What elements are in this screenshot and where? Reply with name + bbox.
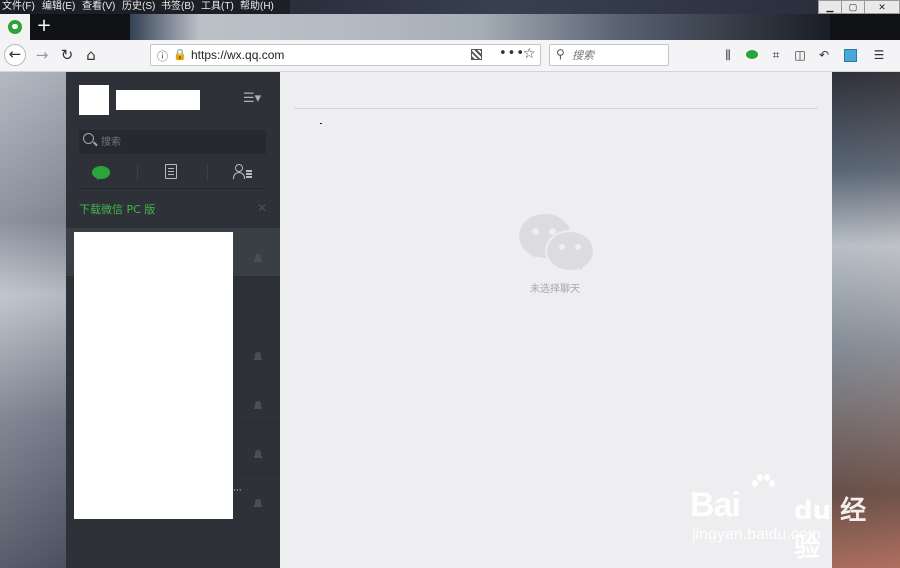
- tab-articles[interactable]: [151, 162, 191, 184]
- menu-file[interactable]: 文件(F): [2, 1, 35, 13]
- forward-button[interactable]: →: [31, 44, 53, 66]
- contact-search-input[interactable]: [101, 134, 261, 150]
- baidu-watermark: Bai du 经验 jingyan.baidu.com: [690, 472, 890, 563]
- minimize-button[interactable]: ▁: [818, 0, 842, 14]
- tab-contacts[interactable]: [221, 162, 261, 184]
- home-button[interactable]: ⌂: [80, 44, 102, 66]
- redacted-contacts-overlay: [74, 232, 233, 519]
- lock-icon[interactable]: 🔒: [173, 48, 187, 61]
- qr-code-icon[interactable]: [471, 49, 482, 60]
- wechat-favicon: [8, 20, 22, 34]
- background-window-blur: [130, 14, 830, 40]
- wechat-ext-icon[interactable]: [744, 47, 760, 63]
- menu-view[interactable]: 查看(V): [82, 1, 115, 13]
- library-icon[interactable]: ⫼: [720, 47, 736, 63]
- menu-icon[interactable]: ☰▾: [243, 91, 263, 107]
- close-icon[interactable]: ✕: [257, 201, 267, 215]
- url-text[interactable]: https://wx.qq.com: [191, 48, 284, 62]
- background-window-blur: [290, 0, 830, 14]
- undo-icon[interactable]: ↶: [816, 47, 832, 63]
- info-icon[interactable]: ⓘ: [157, 48, 168, 64]
- close-window-button[interactable]: ✕: [864, 0, 900, 14]
- paw-icon: [752, 474, 775, 494]
- watermark-domain: jingyan.baidu.com: [692, 526, 821, 543]
- mute-icon: [254, 401, 262, 411]
- mute-icon: [254, 254, 262, 264]
- ellipsis-mark: ···: [233, 486, 242, 496]
- hamburger-menu-icon[interactable]: ☰: [871, 47, 887, 63]
- back-button[interactable]: ←: [4, 44, 26, 66]
- search-icon: ⚲: [556, 47, 565, 61]
- download-pc-link[interactable]: 下载微信 PC 版: [79, 201, 155, 217]
- desktop-background-left: [0, 72, 66, 568]
- star-icon[interactable]: ☆: [523, 46, 536, 62]
- more-icon[interactable]: •••: [499, 46, 525, 61]
- sidebar-tabs: [79, 158, 266, 189]
- menu-tools[interactable]: 工具(T): [201, 1, 234, 13]
- menu-bar: 文件(F) 编辑(E) 查看(V) 历史(S) 书签(B) 工具(T) 帮助(H…: [0, 0, 900, 14]
- wechat-logo-icon: [519, 214, 595, 276]
- no-chat-selected-text: 未选择聊天: [530, 284, 580, 295]
- contacts-icon: [233, 164, 253, 180]
- nav-toolbar: ← → ↻ ⌂ ⓘ 🔒 https://wx.qq.com ••• ☆ ⚲ ⫼ …: [0, 40, 900, 72]
- mute-icon: [254, 352, 262, 362]
- tab-bar: +: [0, 14, 900, 40]
- contact-search[interactable]: [79, 130, 266, 154]
- avatar[interactable]: [79, 85, 109, 115]
- reload-icon: ↻: [60, 46, 74, 64]
- tab-divider: [207, 165, 208, 181]
- mute-icon: [254, 499, 262, 509]
- menu-help[interactable]: 帮助(H): [240, 1, 274, 13]
- mute-icon: [254, 450, 262, 460]
- search-icon: [83, 133, 94, 144]
- menu-edit[interactable]: 编辑(E): [42, 1, 75, 13]
- sidebar-icon[interactable]: ◫: [792, 47, 808, 63]
- crop-icon[interactable]: ⌗: [768, 47, 784, 63]
- search-box[interactable]: ⚲: [549, 44, 669, 66]
- back-arrow-icon: ←: [8, 45, 22, 63]
- search-input[interactable]: [572, 47, 662, 63]
- reload-button[interactable]: ↻: [56, 44, 78, 66]
- menu-history[interactable]: 历史(S): [122, 1, 155, 13]
- home-icon: ⌂: [86, 46, 96, 64]
- new-tab-button[interactable]: +: [34, 16, 54, 36]
- cursor-dot: [320, 123, 322, 124]
- tab-chats[interactable]: [79, 162, 119, 184]
- forward-arrow-icon: →: [35, 46, 49, 64]
- tab-wechat[interactable]: [0, 14, 30, 40]
- extension-icon[interactable]: [842, 47, 858, 63]
- nickname-redacted: [116, 90, 200, 110]
- articles-icon: [165, 164, 177, 179]
- menu-bookmarks[interactable]: 书签(B): [161, 1, 194, 13]
- address-bar[interactable]: ⓘ 🔒 https://wx.qq.com ••• ☆: [150, 44, 541, 66]
- chat-icon: [92, 166, 110, 180]
- maximize-button[interactable]: ▢: [841, 0, 865, 14]
- header-divider: [294, 108, 818, 109]
- watermark-brand: Bai: [690, 486, 741, 524]
- tab-divider: [137, 165, 138, 181]
